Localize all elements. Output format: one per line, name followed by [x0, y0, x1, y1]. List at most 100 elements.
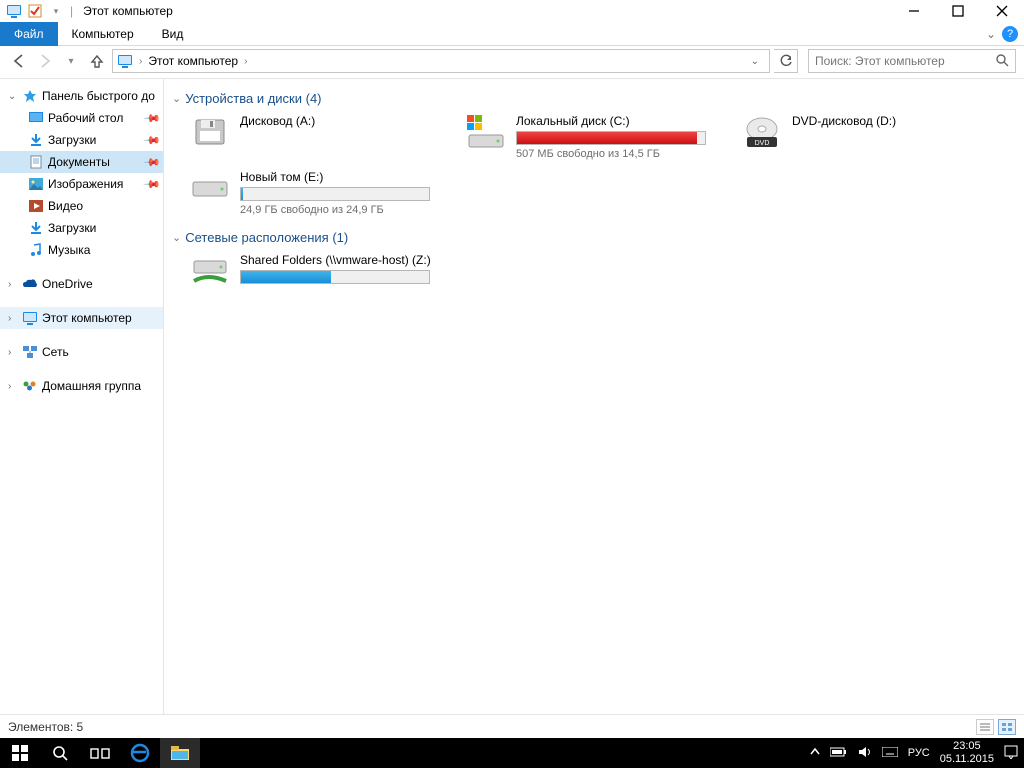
qat-dropdown[interactable]: ▾ — [46, 2, 66, 20]
breadcrumb-sep[interactable]: › — [242, 56, 249, 67]
drive-name: Shared Folders (\\vmware-host) (Z:) — [240, 253, 440, 267]
nav-item-label: Документы — [48, 155, 110, 169]
nav-onedrive[interactable]: › OneDrive — [0, 273, 163, 295]
taskview-button[interactable] — [80, 738, 120, 768]
chevron-right-icon[interactable]: › — [8, 347, 18, 358]
tray-keyboard-icon[interactable] — [882, 747, 898, 760]
chevron-right-icon[interactable]: › — [8, 381, 18, 392]
refresh-button[interactable] — [774, 49, 798, 73]
chevron-down-icon[interactable]: ⌄ — [172, 231, 181, 244]
nav-recent-dropdown[interactable]: ▾ — [60, 50, 82, 72]
help-icon[interactable]: ? — [1002, 26, 1018, 42]
breadcrumb-sep[interactable]: › — [137, 56, 144, 67]
maximize-button[interactable] — [948, 1, 968, 21]
address-row: ▾ › Этот компьютер › ⌄ — [0, 46, 1024, 78]
address-bar[interactable]: › Этот компьютер › ⌄ — [112, 49, 770, 73]
nav-item-label: Этот компьютер — [42, 311, 132, 325]
search-box[interactable] — [808, 49, 1016, 73]
section-devices-header[interactable]: ⌄ Устройства и диски (4) — [172, 91, 1016, 106]
nav-item-label: Загрузки — [48, 221, 96, 235]
chevron-right-icon[interactable]: › — [8, 313, 18, 324]
drive-item[interactable]: Локальный диск (C:) 507 МБ свободно из 1… — [466, 114, 716, 160]
nav-quick-access[interactable]: ⌄ Панель быстрого до — [0, 85, 163, 107]
content-pane: ⌄ Устройства и диски (4) Дисковод (A:) — [164, 79, 1024, 714]
nav-videos[interactable]: Видео — [0, 195, 163, 217]
network-drive-icon — [190, 253, 230, 289]
nav-up-button[interactable] — [86, 50, 108, 72]
tab-computer[interactable]: Компьютер — [58, 22, 148, 46]
chevron-down-icon[interactable]: ⌄ — [172, 92, 181, 105]
taskbar-search-button[interactable] — [40, 738, 80, 768]
nav-downloads[interactable]: Загрузки 📌 — [0, 129, 163, 151]
nav-item-label: Музыка — [48, 243, 90, 257]
tab-view[interactable]: Вид — [148, 22, 198, 46]
section-label: Сетевые расположения (1) — [185, 230, 348, 245]
drive-item[interactable]: DVD DVD-дисковод (D:) — [742, 114, 952, 160]
nav-back-button[interactable] — [8, 50, 30, 72]
close-button[interactable] — [992, 1, 1012, 21]
chevron-down-icon[interactable]: ⌄ — [8, 91, 18, 102]
qat-properties-icon[interactable] — [25, 2, 45, 20]
nav-music[interactable]: Музыка — [0, 239, 163, 261]
status-bar: Элементов: 5 — [0, 714, 1024, 738]
nav-this-pc[interactable]: › Этот компьютер — [0, 307, 163, 329]
drive-name: Локальный диск (C:) — [516, 114, 716, 128]
qat-this-pc-icon[interactable] — [4, 2, 24, 20]
section-network-header[interactable]: ⌄ Сетевые расположения (1) — [172, 230, 1016, 245]
tray-up-icon[interactable] — [810, 747, 820, 760]
nav-pictures[interactable]: Изображения 📌 — [0, 173, 163, 195]
nav-downloads-2[interactable]: Загрузки — [0, 217, 163, 239]
nav-item-label: OneDrive — [42, 277, 93, 291]
pin-icon: 📌 — [143, 109, 162, 128]
ribbon-collapse-chevron[interactable]: ⌄ — [986, 27, 996, 41]
nav-homegroup[interactable]: › Домашняя группа — [0, 375, 163, 397]
music-icon — [28, 242, 44, 258]
drive-item[interactable]: Дисковод (A:) — [190, 114, 440, 160]
network-icon — [22, 344, 38, 360]
window-title: Этот компьютер — [83, 4, 173, 18]
homegroup-icon — [22, 378, 38, 394]
downloads-icon — [28, 220, 44, 236]
drive-name: Дисковод (A:) — [240, 114, 440, 128]
nav-item-label: Сеть — [42, 345, 69, 359]
nav-item-label: Изображения — [48, 177, 123, 191]
search-input[interactable] — [815, 54, 995, 68]
tray-language[interactable]: РУС — [908, 747, 930, 759]
drive-item[interactable]: Новый том (E:) 24,9 ГБ свободно из 24,9 … — [190, 170, 440, 216]
breadcrumb[interactable]: Этот компьютер — [144, 54, 242, 68]
tray-notifications-icon[interactable] — [1004, 745, 1018, 762]
taskbar-explorer[interactable] — [160, 738, 200, 768]
search-icon[interactable] — [995, 53, 1009, 70]
start-button[interactable] — [0, 738, 40, 768]
star-icon — [22, 88, 38, 104]
nav-item-label: Видео — [48, 199, 83, 213]
tab-file[interactable]: Файл — [0, 22, 58, 46]
address-pc-icon — [117, 53, 133, 69]
nav-network[interactable]: › Сеть — [0, 341, 163, 363]
titlebar: ▾ | Этот компьютер — [0, 0, 1024, 22]
titlebar-separator: | — [70, 4, 73, 18]
svg-text:DVD: DVD — [755, 140, 770, 147]
drive-status: 24,9 ГБ свободно из 24,9 ГБ — [240, 204, 440, 216]
floppy-icon — [190, 114, 230, 150]
nav-desktop[interactable]: Рабочий стол 📌 — [0, 107, 163, 129]
minimize-button[interactable] — [904, 1, 924, 21]
pin-icon: 📌 — [143, 153, 162, 172]
address-dropdown[interactable]: ⌄ — [745, 56, 765, 67]
tray-clock[interactable]: 23:05 05.11.2015 — [940, 740, 994, 766]
capacity-bar — [240, 187, 430, 201]
clock-time: 23:05 — [940, 740, 994, 753]
tray-battery-icon[interactable] — [830, 747, 848, 760]
pin-icon: 📌 — [143, 175, 162, 194]
nav-forward-button[interactable] — [34, 50, 56, 72]
nav-documents[interactable]: Документы 📌 — [0, 151, 163, 173]
netloc-item[interactable]: Shared Folders (\\vmware-host) (Z:) — [190, 253, 440, 289]
taskbar-edge[interactable] — [120, 738, 160, 768]
view-details-button[interactable] — [976, 719, 994, 735]
chevron-right-icon[interactable]: › — [8, 279, 18, 290]
tray-volume-icon[interactable] — [858, 746, 872, 761]
statusbar-text: Элементов: 5 — [8, 720, 83, 734]
pc-icon — [22, 310, 38, 326]
drive-name: Новый том (E:) — [240, 170, 440, 184]
view-icons-button[interactable] — [998, 719, 1016, 735]
